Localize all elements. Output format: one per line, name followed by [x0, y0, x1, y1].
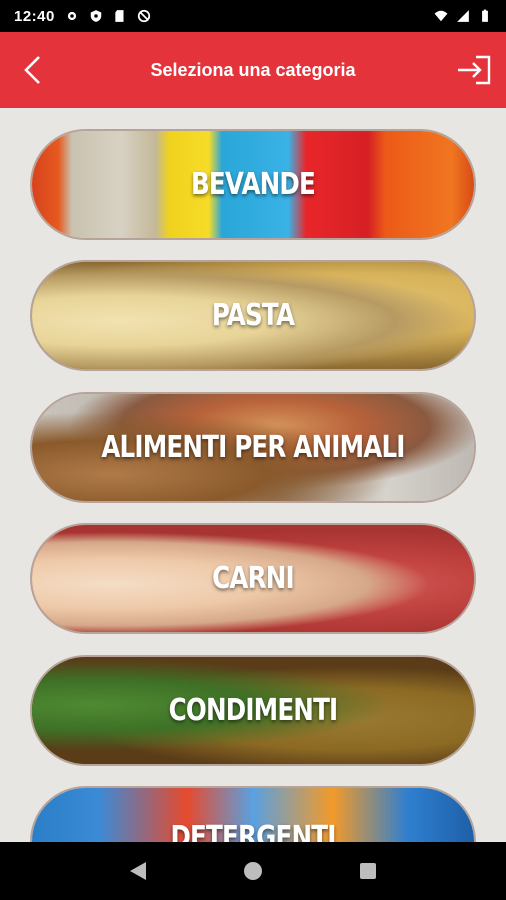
back-button[interactable]: [16, 52, 50, 88]
battery-icon: [482, 9, 488, 22]
wifi-icon: [434, 10, 448, 22]
category-condimenti[interactable]: CONDIMENTI: [30, 655, 476, 766]
status-bar: 12:40: [0, 0, 506, 32]
category-label: ALIMENTI PER ANIMALI: [101, 430, 405, 465]
shield-icon: [90, 10, 102, 22]
category-label: DETERGENTI: [170, 820, 336, 842]
page-title: Seleziona una categoria: [150, 59, 356, 80]
category-pasta[interactable]: PASTA: [30, 260, 476, 371]
category-detergenti[interactable]: DETERGENTI: [30, 786, 476, 842]
home-circle-icon: [243, 862, 262, 880]
category-label: PASTA: [211, 298, 295, 333]
system-nav-bar: [0, 842, 506, 900]
category-label: BEVANDE: [190, 167, 316, 202]
nav-home-button[interactable]: [238, 856, 268, 886]
category-alimenti-per-animali[interactable]: ALIMENTI PER ANIMALI: [30, 392, 476, 503]
login-icon: [458, 55, 491, 85]
category-label: CARNI: [212, 561, 294, 596]
category-bevande[interactable]: BEVANDE: [30, 129, 476, 240]
gear-icon: [67, 11, 76, 21]
back-triangle-icon: [129, 862, 146, 880]
sd-card-icon: [115, 10, 124, 22]
chevron-left-icon: [24, 56, 40, 84]
status-time: 12:40: [14, 7, 55, 25]
no-disturb-icon: [137, 9, 150, 23]
app-bar: Seleziona una categoria: [0, 32, 506, 108]
signal-icon: [457, 10, 469, 22]
login-button[interactable]: [454, 52, 494, 88]
nav-back-button[interactable]: [123, 856, 153, 886]
nav-recents-button[interactable]: [353, 856, 383, 886]
category-carni[interactable]: CARNI: [30, 523, 476, 634]
recents-square-icon: [360, 863, 377, 879]
category-label: CONDIMENTI: [168, 693, 339, 728]
category-list: BEVANDE PASTA ALIMENTI PER ANIMALI CARNI…: [0, 108, 506, 842]
